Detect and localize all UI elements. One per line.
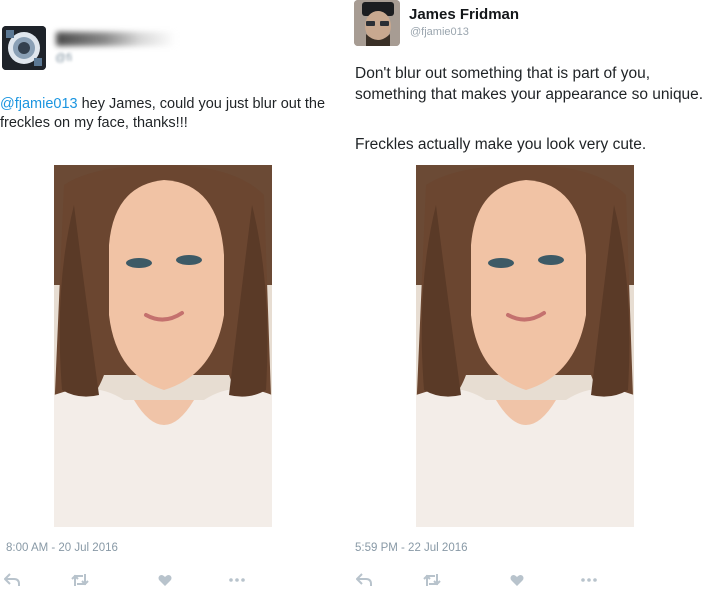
tweet-actions [0, 568, 260, 592]
tweet-photo[interactable] [416, 165, 634, 527]
tweet-photo[interactable] [54, 165, 272, 527]
tweet-timestamp[interactable]: 8:00 AM - 20 Jul 2016 [6, 542, 118, 554]
reply-icon[interactable] [0, 568, 24, 592]
more-icon[interactable] [225, 568, 249, 592]
user-handle[interactable]: @fjamie013 [410, 26, 469, 38]
left-tweet: @fi @fjamie013 hey James, could you just… [0, 0, 360, 602]
tweet-text-line1: Don't blur out something that is part of… [355, 65, 704, 103]
tweet-timestamp[interactable]: 5:59 PM - 22 Jul 2016 [355, 542, 468, 554]
blurred-display-name [56, 32, 176, 46]
tweet-text: @fjamie013 hey James, could you just blu… [0, 95, 360, 133]
more-icon[interactable] [577, 568, 601, 592]
blurred-handle: @fi [55, 52, 73, 64]
user-avatar[interactable] [2, 26, 46, 70]
reply-icon[interactable] [352, 568, 376, 592]
user-avatar[interactable] [354, 0, 400, 46]
tweet-text-line2: Freckles actually make you look very cut… [355, 136, 647, 153]
like-icon[interactable] [153, 568, 177, 592]
retweet-icon[interactable] [68, 568, 92, 592]
tweet-actions [352, 568, 612, 592]
like-icon[interactable] [505, 568, 529, 592]
retweet-icon[interactable] [420, 568, 444, 592]
mention-link[interactable]: @fjamie013 [0, 96, 78, 112]
display-name[interactable]: James Fridman [409, 6, 519, 23]
right-tweet: James Fridman @fjamie013 Don't blur out … [354, 0, 727, 602]
